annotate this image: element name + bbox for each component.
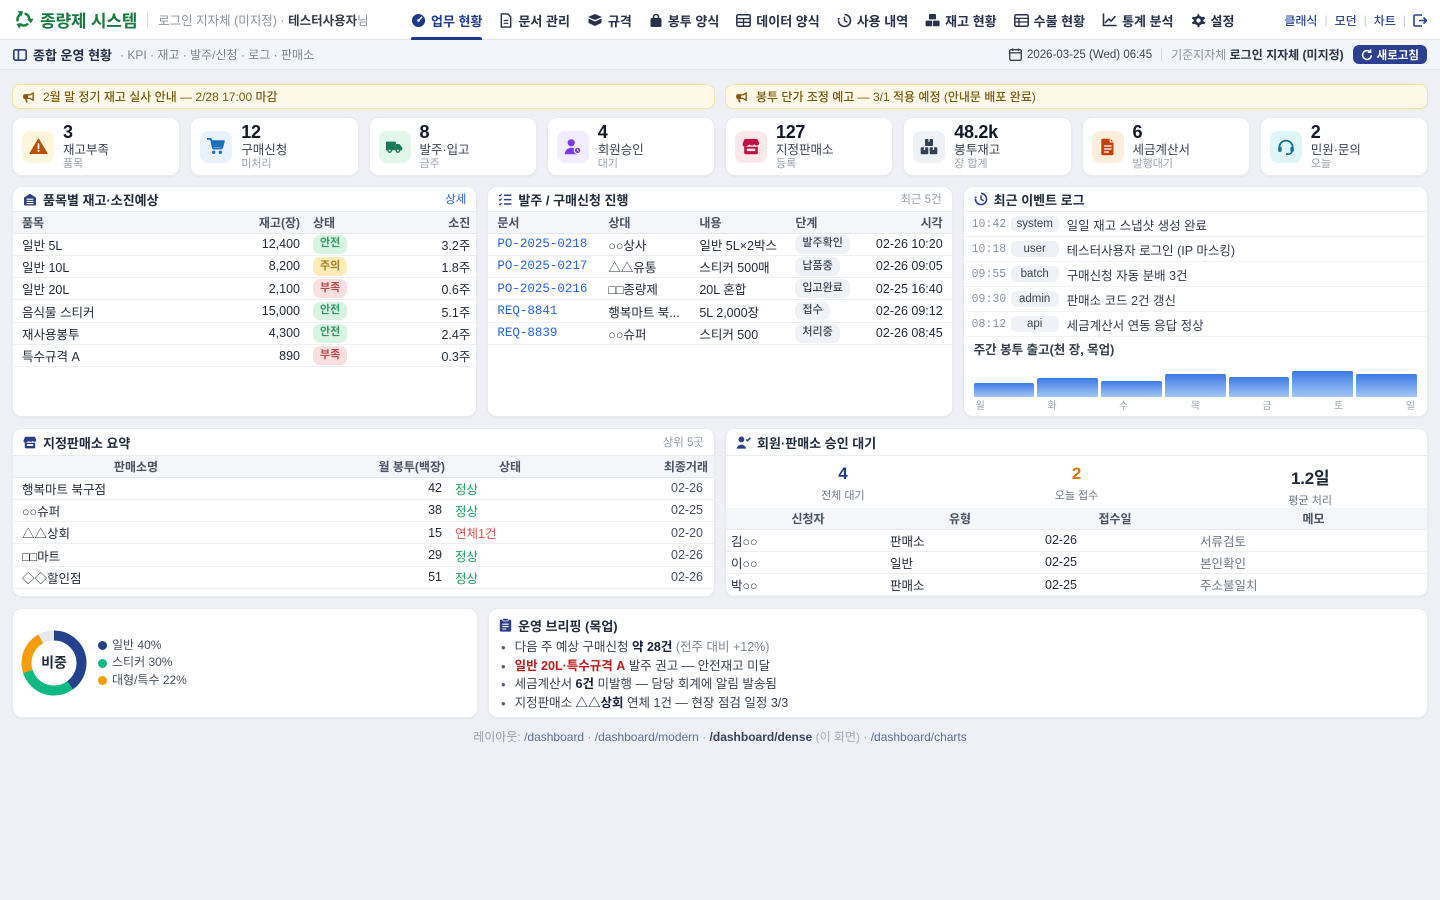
svg-text:비중: 비중 xyxy=(41,655,67,671)
